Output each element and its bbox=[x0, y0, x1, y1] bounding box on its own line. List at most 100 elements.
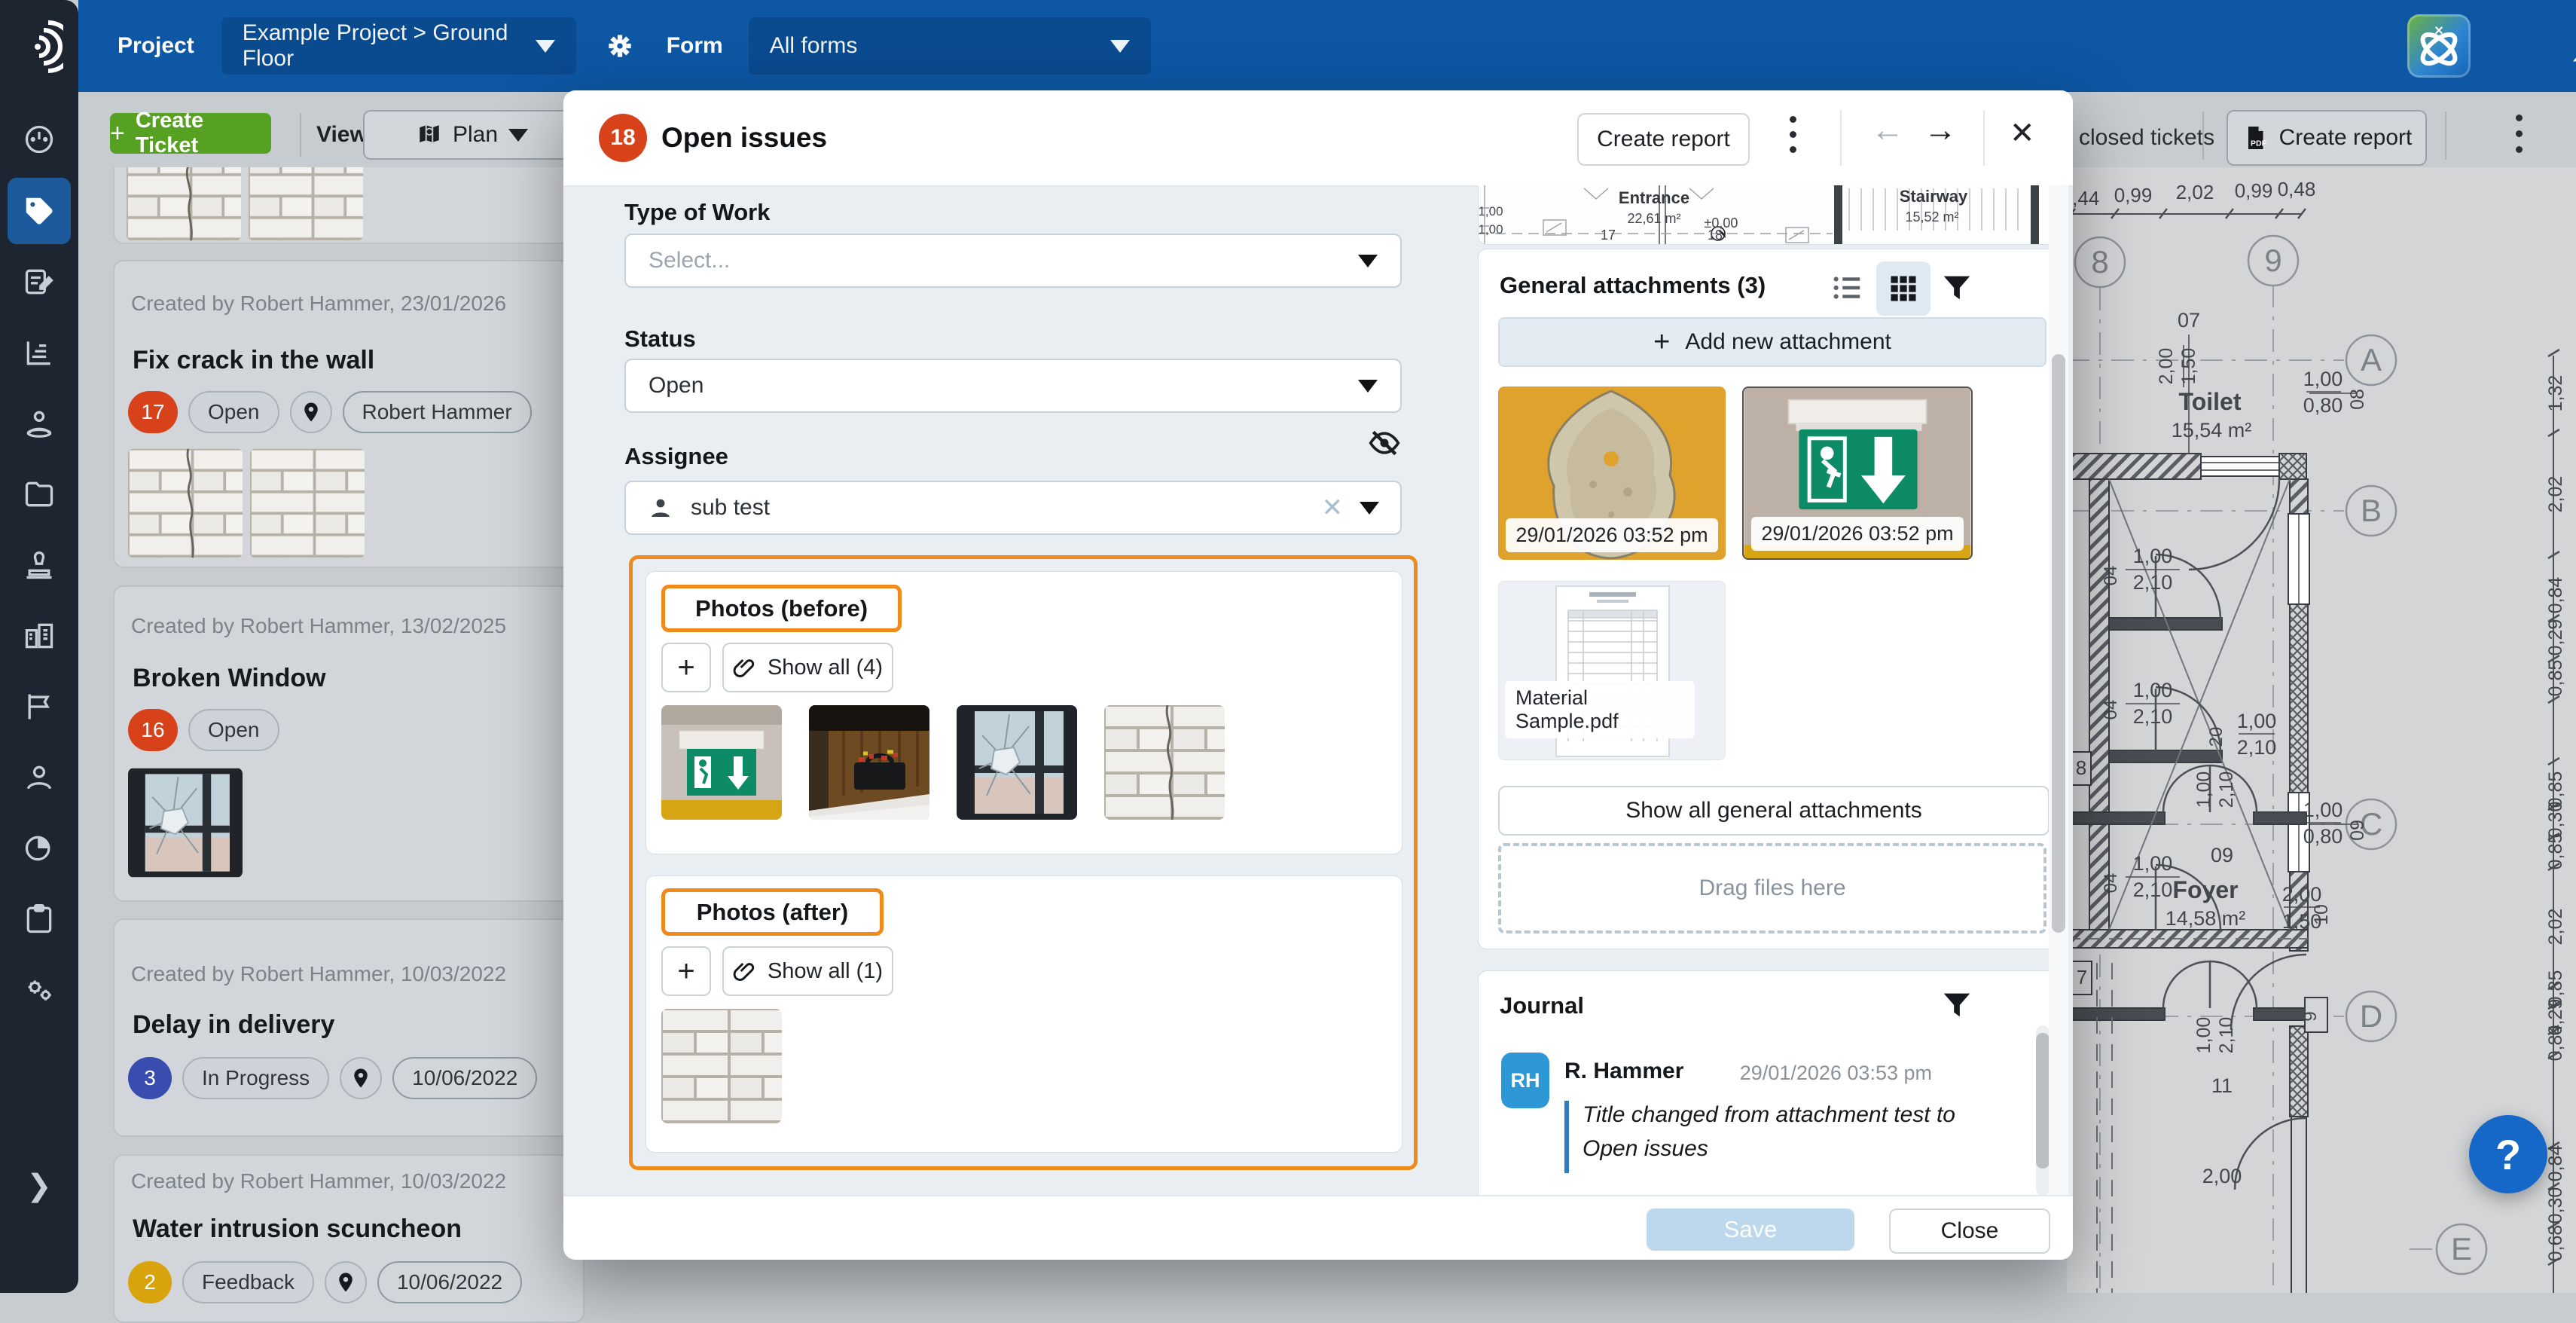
svg-text:PDF: PDF bbox=[2251, 139, 2267, 148]
sidebar-item-tasks[interactable] bbox=[0, 886, 78, 952]
sidebar-item-reports[interactable] bbox=[0, 815, 78, 881]
general-attachments-title: General attachments (3) bbox=[1500, 272, 1766, 299]
list-view-icon[interactable] bbox=[1830, 270, 1864, 305]
sidebar-item-tickets[interactable] bbox=[8, 178, 71, 244]
ticket-card[interactable]: Created by Robert Hammer, 23/01/2026 Fix… bbox=[113, 260, 584, 568]
sidebar-item-flags[interactable] bbox=[0, 674, 78, 740]
sidebar-nav: ❯ bbox=[0, 0, 78, 1293]
project-label: Project bbox=[118, 33, 194, 59]
plan-label: 1,00 bbox=[1479, 204, 1503, 218]
attachment-photo[interactable]: 29/01/2026 03:52 pm bbox=[1742, 387, 1973, 560]
create-report-button[interactable]: PDF Create report bbox=[2227, 110, 2427, 166]
sidebar-item-dashboard[interactable] bbox=[0, 106, 78, 173]
form-selector[interactable]: All forms bbox=[749, 17, 1151, 75]
plan-label: 04 bbox=[2101, 873, 2121, 894]
modal-header: 18 Open issues Create report ← → ✕ bbox=[563, 90, 2073, 187]
plan-label: 11 bbox=[2211, 1074, 2233, 1097]
view-mode-dropdown[interactable]: Plan bbox=[363, 110, 581, 160]
plan-label: 2,10 bbox=[2216, 771, 2237, 808]
location-pin-icon[interactable] bbox=[290, 391, 332, 433]
save-button-disabled[interactable]: Save bbox=[1647, 1208, 1854, 1251]
attachment-photo[interactable]: 29/01/2026 03:52 pm bbox=[1498, 387, 1726, 560]
attachment-pdf[interactable]: Material Sample.pdf bbox=[1498, 581, 1726, 760]
divider bbox=[2445, 112, 2446, 160]
notifications-bell-icon[interactable] bbox=[2564, 20, 2576, 74]
visibility-off-icon[interactable] bbox=[1368, 426, 1401, 460]
sidebar-item-projects[interactable] bbox=[0, 603, 78, 669]
filter-funnel-icon[interactable] bbox=[1940, 270, 1974, 305]
project-selector[interactable]: Example Project > Ground Floor bbox=[221, 17, 576, 75]
modal-scrollbar[interactable] bbox=[2049, 185, 2068, 1195]
next-ticket-arrow-icon[interactable]: → bbox=[1924, 112, 1957, 149]
add-photo-button[interactable]: + bbox=[661, 946, 711, 996]
drag-files-dropzone[interactable]: Drag files here bbox=[1498, 843, 2046, 933]
photo-after-brick[interactable] bbox=[661, 1009, 782, 1123]
ticket-photo[interactable] bbox=[128, 768, 243, 878]
plan-label: 2,00 bbox=[2156, 348, 2177, 385]
plan-location-card[interactable]: Entrance22,61 m²±0,00Stairway15,52 m²1,0… bbox=[1478, 185, 2067, 245]
clear-icon[interactable]: ✕ bbox=[1322, 493, 1344, 523]
plan-label: 04 bbox=[2101, 566, 2121, 586]
status-select[interactable]: Open bbox=[624, 359, 1402, 413]
journal-scrollbar[interactable] bbox=[2036, 1025, 2050, 1196]
ticket-photo[interactable] bbox=[128, 448, 243, 558]
assignee-select[interactable]: sub test ✕ bbox=[624, 481, 1402, 535]
location-pin-icon[interactable] bbox=[325, 1261, 367, 1303]
ticket-photo[interactable] bbox=[250, 448, 365, 558]
sidebar-item-contacts[interactable] bbox=[0, 744, 78, 811]
show-all-photos-button[interactable]: Show all (4) bbox=[722, 643, 893, 692]
closed-tickets-label[interactable]: closed tickets bbox=[2079, 125, 2214, 151]
sidebar-item-approvals[interactable] bbox=[0, 532, 78, 598]
location-pin-icon[interactable] bbox=[340, 1057, 382, 1099]
sidebar-expand-chevron-icon[interactable]: ❯ bbox=[0, 1153, 78, 1219]
photo-before-exit-sign[interactable] bbox=[661, 705, 782, 820]
chevron-down-icon bbox=[1358, 380, 1378, 393]
ticket-number-badge: 2 bbox=[128, 1261, 172, 1303]
plan-label: 0,29 bbox=[2545, 619, 2566, 656]
create-ticket-button[interactable]: + Create Ticket bbox=[110, 113, 271, 154]
chevron-down-icon bbox=[1110, 40, 1130, 53]
ticket-card[interactable]: Created by Robert Hammer, 13/02/2025 Bro… bbox=[113, 585, 584, 902]
kebab-menu-icon[interactable] bbox=[2516, 115, 2523, 153]
ticket-card[interactable]: Created by Robert Hammer, 10/03/2022 Wat… bbox=[113, 1154, 584, 1323]
top-bar: Project Example Project > Ground Floor F… bbox=[78, 0, 2576, 92]
kebab-menu-icon[interactable] bbox=[1790, 116, 1796, 153]
journal-entry-bar bbox=[1564, 1101, 1569, 1173]
show-all-attachments-button[interactable]: Show all general attachments bbox=[1498, 786, 2050, 836]
grid-view-button-active[interactable] bbox=[1876, 261, 1930, 316]
modal-scrollbar-thumb[interactable] bbox=[2052, 354, 2065, 933]
attachment-timestamp: 29/01/2026 03:52 pm bbox=[1751, 517, 1964, 551]
plan-label: 1,00 bbox=[2133, 545, 2173, 567]
sidebar-item-forms[interactable] bbox=[0, 249, 78, 315]
app-logo-icon bbox=[15, 18, 63, 75]
gear-icon[interactable] bbox=[603, 29, 636, 63]
previous-ticket-arrow-icon[interactable]: ← bbox=[1871, 112, 1904, 149]
add-photo-button[interactable]: + bbox=[661, 643, 711, 692]
type-of-work-select[interactable]: Select... bbox=[624, 234, 1402, 288]
plan-label: 0,85 bbox=[2545, 660, 2566, 697]
help-button[interactable]: ? bbox=[2469, 1115, 2547, 1193]
photos-after-section: Photos (after) + Show all (1) bbox=[646, 875, 1402, 1153]
show-all-photos-button[interactable]: Show all (1) bbox=[722, 946, 893, 996]
journal-scrollbar-thumb[interactable] bbox=[2036, 1033, 2050, 1169]
ticket-card[interactable]: Created by Robert Hammer, 10/03/2022 Del… bbox=[113, 918, 584, 1137]
sidebar-item-settings[interactable] bbox=[0, 957, 78, 1023]
sidebar-item-statistics[interactable] bbox=[0, 319, 78, 386]
sidebar-item-resources[interactable] bbox=[0, 390, 78, 457]
plan-label: 2,10 bbox=[2216, 1017, 2237, 1054]
sidebar-item-documents[interactable] bbox=[0, 461, 78, 527]
plan-label: 0,84 bbox=[2545, 577, 2566, 614]
form-label: Form bbox=[667, 33, 723, 59]
close-icon[interactable]: ✕ bbox=[2010, 116, 2035, 151]
attachment-timestamp: 29/01/2026 03:52 pm bbox=[1506, 518, 1718, 552]
photo-before-broken-window[interactable] bbox=[957, 705, 1077, 820]
filter-funnel-icon[interactable] bbox=[1940, 988, 1974, 1022]
create-report-button[interactable]: Create report bbox=[1577, 113, 1750, 166]
apps-tile-icon[interactable]: × bbox=[2407, 14, 2471, 78]
close-button[interactable]: Close bbox=[1889, 1208, 2050, 1254]
journal-entry-text: Title changed from attachment test to Op… bbox=[1583, 1098, 1959, 1166]
photo-before-brick-crack[interactable] bbox=[1104, 705, 1225, 820]
photo-before-toolbox[interactable] bbox=[809, 705, 929, 820]
add-new-attachment-button[interactable]: + Add new attachment bbox=[1498, 317, 2046, 367]
journal-author: R. Hammer bbox=[1564, 1059, 1683, 1084]
